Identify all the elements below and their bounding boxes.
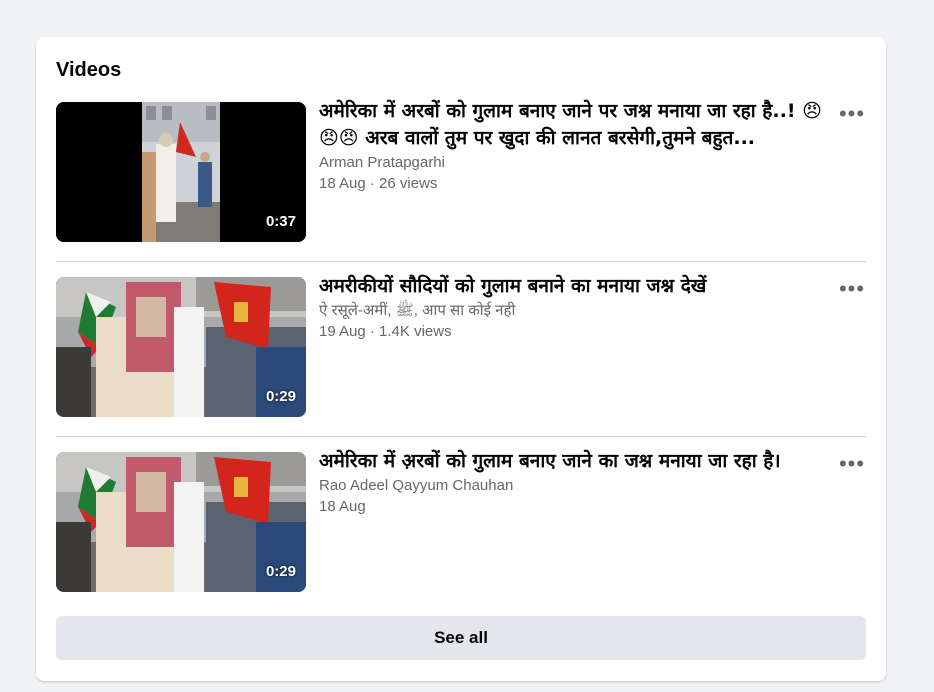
video-duration: 0:29 bbox=[265, 563, 296, 580]
video-duration: 0:37 bbox=[265, 213, 296, 230]
divider bbox=[56, 436, 866, 437]
video-duration: 0:29 bbox=[265, 388, 296, 405]
video-thumbnail[interactable]: 0:29 bbox=[56, 452, 306, 592]
video-info: अमेरिका में अ़रबों को गुलाम बनाए जाने का… bbox=[319, 448, 829, 517]
video-author[interactable]: Rao Adeel Qayyum Chauhan bbox=[319, 475, 829, 496]
video-thumbnail[interactable]: 0:37 bbox=[56, 102, 306, 242]
videos-card: Videos 0:37 अमेरिका में अरबों को गुलाम ब… bbox=[36, 37, 886, 681]
video-meta: 18 Aug · 26 views bbox=[319, 175, 438, 192]
video-title[interactable]: अमरीकीयों सौदियों को गुलाम बनाने का मनाय… bbox=[319, 273, 829, 300]
video-title[interactable]: अमेरिका में अरबों को गुलाम बनाए जाने पर … bbox=[319, 98, 829, 152]
more-horizontal-icon[interactable]: ••• bbox=[838, 275, 866, 303]
video-meta: 18 Aug bbox=[319, 498, 366, 515]
video-info: अमेरिका में अरबों को गुलाम बनाए जाने पर … bbox=[319, 98, 829, 194]
video-info: अमरीकीयों सौदियों को गुलाम बनाने का मनाय… bbox=[319, 273, 829, 342]
video-item[interactable]: 0:37 अमेरिका में अरबों को गुलाम बनाए जान… bbox=[56, 100, 866, 242]
divider bbox=[56, 261, 866, 262]
video-item[interactable]: 0:29 अमेरिका में अ़रबों को गुलाम बनाए जा… bbox=[56, 450, 866, 592]
video-author[interactable]: Arman Pratapgarhi bbox=[319, 152, 829, 173]
video-meta: 19 Aug · 1.4K views bbox=[319, 323, 452, 340]
video-author[interactable]: ऐ रसूले-अमीं, ﷺ, आप सा कोई नही bbox=[319, 300, 829, 321]
more-horizontal-icon[interactable]: ••• bbox=[838, 100, 866, 128]
video-thumbnail[interactable]: 0:29 bbox=[56, 277, 306, 417]
see-all-button[interactable]: See all bbox=[56, 616, 866, 660]
video-item[interactable]: 0:29 अमरीकीयों सौदियों को गुलाम बनाने का… bbox=[56, 275, 866, 417]
more-horizontal-icon[interactable]: ••• bbox=[838, 450, 866, 478]
video-title[interactable]: अमेरिका में अ़रबों को गुलाम बनाए जाने का… bbox=[319, 448, 829, 475]
section-title: Videos bbox=[56, 59, 122, 81]
